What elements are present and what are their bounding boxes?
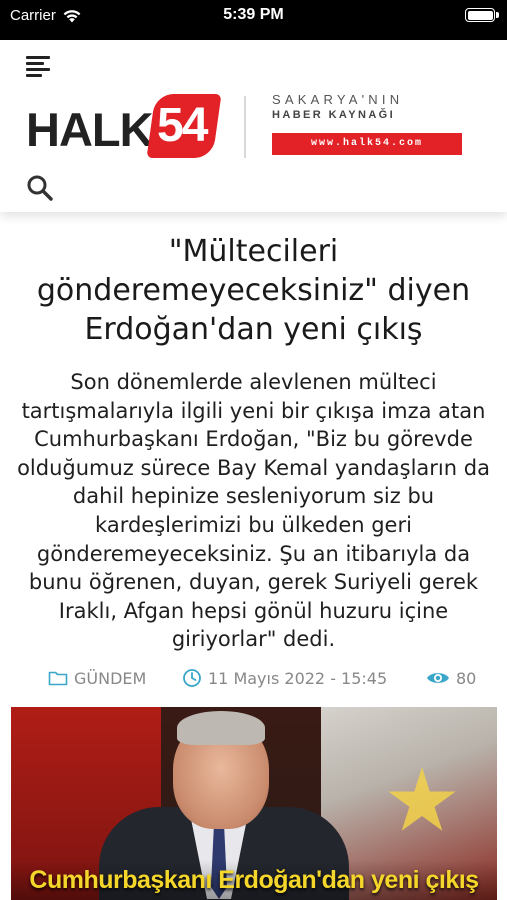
article-summary: Son dönemlerde alevlenen mülteci tartışm… — [17, 370, 490, 652]
article-image[interactable]: Cumhurbaşkanı Erdoğan'dan yeni çıkış — [11, 707, 497, 900]
site-logo[interactable]: HALK 54 SAKARYA'NIN HABER KAYNAĞI www.ha… — [26, 92, 466, 166]
logo-number: 54 — [157, 99, 208, 152]
article-title: "Mültecileri gönderemeyeceksiniz" diyen … — [36, 234, 471, 347]
publish-date: 11 Mayıs 2022 - 15:45 — [182, 664, 387, 692]
image-caption: Cumhurbaşkanı Erdoğan'dan yeni çıkış — [11, 860, 497, 900]
eye-icon — [427, 673, 449, 683]
clock-icon — [183, 669, 201, 687]
article-meta: GÜNDEM 11 Mayıs 2022 - 15:45 80 — [0, 664, 507, 692]
battery-icon — [465, 8, 499, 22]
status-bar: Carrier 5:39 PM — [0, 0, 507, 40]
logo-divider — [244, 96, 246, 158]
logo-tagline-bottom: HABER KAYNAĞI — [272, 109, 396, 121]
view-count: 80 — [426, 664, 476, 692]
logo-tagline-top: SAKARYA'NIN — [272, 92, 404, 107]
search-icon[interactable] — [26, 174, 54, 202]
views-label: 80 — [456, 668, 477, 688]
date-label: 11 Mayıs 2022 - 15:45 — [208, 668, 388, 688]
status-time: 5:39 PM — [223, 6, 284, 23]
hamburger-menu-icon[interactable] — [26, 54, 50, 77]
folder-icon — [48, 671, 68, 686]
battery-level — [467, 10, 493, 20]
site-header: HALK 54 SAKARYA'NIN HABER KAYNAĞI www.ha… — [0, 40, 507, 212]
category-link[interactable]: GÜNDEM — [48, 664, 146, 692]
logo-url: www.halk54.com — [272, 133, 462, 155]
logo-halk-text: HALK — [26, 103, 154, 156]
category-label: GÜNDEM — [74, 668, 147, 688]
